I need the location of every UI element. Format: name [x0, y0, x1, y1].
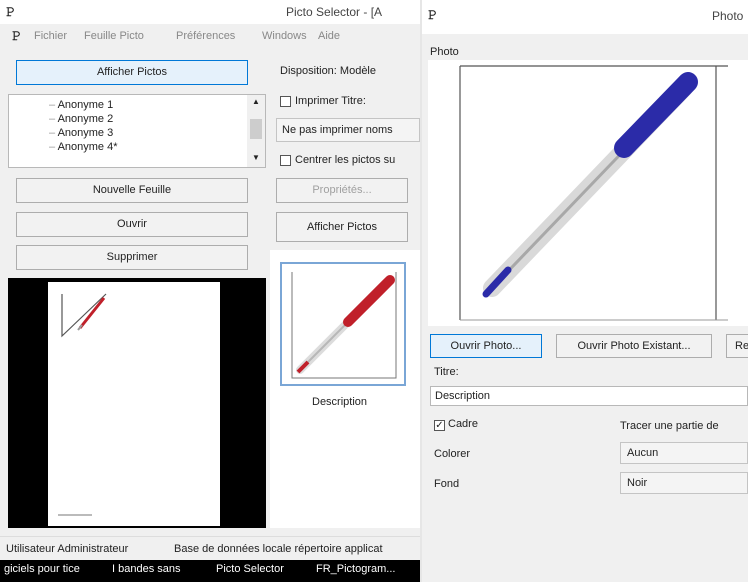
titre-label: Titre: — [434, 366, 459, 378]
scroll-up-icon[interactable]: ▲ — [252, 97, 260, 106]
right-window: 𝙿 Photo Photo Ouvrir Photo... Ouvrir Pho… — [422, 0, 748, 582]
status-user: Utilisateur Administrateur — [6, 543, 129, 555]
afficher-pictos-right-button[interactable]: Afficher Pictos — [276, 212, 408, 242]
list-item[interactable]: – Anonyme 4* — [49, 141, 118, 153]
ouvrir-photo-button[interactable]: Ouvrir Photo... — [430, 334, 542, 358]
menu-item-fichier[interactable]: Fichier — [34, 30, 67, 42]
disposition-label: Disposition: Modèle — [280, 65, 376, 77]
left-title-bar: 𝙿 Picto Selector - [A — [0, 0, 420, 24]
page-preview-area — [8, 278, 266, 528]
menu-item-preferences[interactable]: Préférences — [176, 30, 235, 42]
colorer-select[interactable]: Aucun — [620, 442, 748, 464]
picto-thumbnail[interactable] — [280, 262, 406, 386]
nouvelle-feuille-button[interactable]: Nouvelle Feuille — [16, 178, 248, 203]
list-item[interactable]: – Anonyme 1 — [49, 99, 113, 111]
ne-pas-imprimer-select[interactable]: Ne pas imprimer noms — [276, 118, 420, 142]
imprimer-titre-label[interactable]: Imprimer Titre: — [295, 95, 366, 107]
list-item[interactable]: – Anonyme 2 — [49, 113, 113, 125]
right-app-logo-icon: 𝙿 — [428, 7, 438, 22]
mini-footer-line — [58, 514, 92, 516]
scroll-thumb[interactable] — [250, 119, 262, 139]
menu-item-feuille-picto[interactable]: Feuille Picto — [84, 30, 144, 42]
ouvrir-photo-existant-button[interactable]: Ouvrir Photo Existant... — [556, 334, 712, 358]
right-title-bar: 𝙿 Photo — [422, 0, 748, 34]
titre-input[interactable]: Description — [430, 386, 748, 406]
mini-picto-icon — [61, 293, 107, 338]
ouvrir-button[interactable]: Ouvrir — [16, 212, 248, 237]
right-window-title: Photo — [712, 9, 744, 23]
list-item[interactable]: – Anonyme 3 — [49, 127, 113, 139]
picto-caption: Description — [312, 396, 368, 408]
imprimer-titre-checkbox[interactable] — [280, 96, 291, 107]
page-preview-sheet — [48, 282, 220, 526]
photo-group-label: Photo — [430, 46, 459, 58]
taskbar-item[interactable]: Picto Selector — [216, 563, 284, 575]
menu-bar: 𝙿 Fichier Feuille Picto Préférences Wind… — [0, 24, 420, 48]
picto-panel: Description — [270, 250, 420, 528]
taskbar-item[interactable]: giciels pour tice — [4, 563, 80, 575]
menu-item-windows[interactable]: Windows — [262, 30, 307, 42]
fond-label: Fond — [434, 478, 460, 490]
sheet-list[interactable]: – Anonyme 1 – Anonyme 2 – Anonyme 3 – An… — [8, 94, 266, 168]
centrer-pictos-checkbox[interactable] — [280, 155, 291, 166]
re-button[interactable]: Re — [726, 334, 748, 358]
blue-pen-icon — [459, 65, 728, 321]
afficher-pictos-top-button[interactable]: Afficher Pictos — [16, 60, 248, 85]
status-bar: Utilisateur Administrateur Base de donné… — [0, 536, 420, 561]
proprietes-button[interactable]: Propriétés... — [276, 178, 408, 203]
fond-select[interactable]: Noir — [620, 472, 748, 494]
centrer-pictos-label[interactable]: Centrer les pictos su — [295, 154, 395, 166]
taskbar: giciels pour tice I bandes sans Picto Se… — [0, 560, 420, 582]
cadre-label[interactable]: Cadre — [448, 418, 478, 430]
supprimer-button[interactable]: Supprimer — [16, 245, 248, 270]
cadre-checkbox[interactable]: ✓ — [434, 420, 445, 431]
taskbar-item[interactable]: FR_Pictogram... — [316, 563, 395, 575]
tracer-label: Tracer une partie de — [620, 420, 719, 432]
left-window-title: Picto Selector - [A — [286, 5, 383, 19]
colorer-label: Colorer — [434, 448, 471, 460]
menu-logo-icon: 𝙿 — [12, 28, 22, 43]
menu-item-aide[interactable]: Aide — [318, 30, 340, 42]
list-scrollbar[interactable]: ▲ ▼ — [247, 95, 265, 167]
left-window: 𝙿 Picto Selector - [A 𝙿 Fichier Feuille … — [0, 0, 420, 582]
red-pen-icon — [291, 272, 397, 379]
taskbar-item[interactable]: I bandes sans — [112, 563, 181, 575]
status-db: Base de données locale répertoire applic… — [174, 543, 383, 555]
scroll-down-icon[interactable]: ▼ — [252, 153, 260, 162]
photo-preview — [428, 60, 748, 326]
app-logo-icon: 𝙿 — [6, 4, 16, 19]
